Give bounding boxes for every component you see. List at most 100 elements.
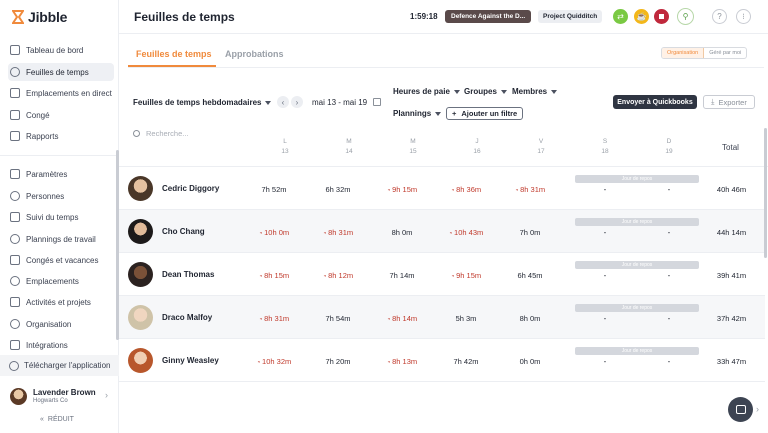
empty-cell[interactable]: - (659, 271, 679, 280)
search-box[interactable]: Recherche... (133, 129, 189, 138)
day-cell[interactable]: 7h 0m (502, 228, 558, 237)
groups-filter[interactable]: Groupes (464, 87, 507, 96)
add-filter-button[interactable]: + Ajouter un filtre (446, 107, 524, 120)
day-cell[interactable]: 6h 45m (502, 271, 558, 280)
sidebar-settings-item-4[interactable]: Plannings de travail (8, 230, 114, 248)
day-cell[interactable]: 7h 14m (374, 271, 430, 280)
table-row[interactable]: Cho Chang 10h 0m 8h 31m 8h 0m 10h 43m 7h 0m Jo… (119, 210, 765, 253)
collapse-sidebar-button[interactable]: « RÉDUIT (40, 416, 74, 423)
employee-name[interactable]: Cedric Diggory (162, 184, 219, 193)
day-cell[interactable]: 7h 54m (310, 314, 366, 323)
empty-cell[interactable]: - (659, 228, 679, 237)
swap-icon: ⇄ (617, 12, 624, 21)
sidebar-settings-item-3[interactable]: Suivi du temps (8, 208, 114, 226)
employee-name[interactable]: Draco Malfoy (162, 313, 212, 322)
empty-cell[interactable]: - (659, 357, 679, 366)
switch-activity-button[interactable]: ⇄ (613, 9, 628, 24)
empty-cell[interactable]: - (595, 185, 615, 194)
main-scrollbar[interactable] (764, 128, 767, 258)
day-cell[interactable]: 8h 31m (502, 185, 558, 194)
day-cell[interactable]: 0h 0m (502, 357, 558, 366)
empty-cell[interactable]: - (659, 185, 679, 194)
logo[interactable]: Jibble (12, 9, 67, 25)
chat-button[interactable] (728, 397, 753, 422)
rest-day-badge: Jour de repos (575, 261, 699, 269)
gear-icon (10, 319, 20, 329)
employee-name[interactable]: Dean Thomas (162, 270, 214, 279)
page-title: Feuilles de temps (134, 10, 235, 24)
day-cell[interactable]: 7h 52m (246, 185, 302, 194)
export-button[interactable]: ⤓ Exporter (703, 95, 755, 109)
period-dropdown[interactable]: Feuilles de temps hebdomadaires (133, 98, 272, 107)
sidebar-item-2[interactable]: Feuilles de temps (8, 63, 114, 81)
empty-cell[interactable]: - (595, 357, 615, 366)
schedules-filter[interactable]: Plannings (393, 109, 442, 118)
sidebar-item-4[interactable]: Congé (8, 106, 114, 124)
day-cell[interactable]: 8h 0m (374, 228, 430, 237)
download-app-button[interactable]: Télécharger l'application (0, 355, 119, 376)
prev-week-button[interactable]: ‹ (277, 96, 289, 108)
table-row[interactable]: Cedric Diggory 7h 52m 6h 32m 9h 15m 8h 36m 8h… (119, 167, 765, 210)
day-cell[interactable]: 8h 15m (246, 271, 302, 280)
table-row[interactable]: Dean Thomas 8h 15m 8h 12m 7h 14m 9h 15m 6h 45… (119, 253, 765, 296)
break-button[interactable]: ☕ (634, 9, 649, 24)
empty-cell[interactable]: - (595, 314, 615, 323)
download-app-label: Télécharger l'application (24, 361, 111, 370)
help-button[interactable]: ? (712, 9, 727, 24)
day-cell[interactable]: 10h 32m (246, 357, 302, 366)
day-cell[interactable]: 8h 31m (246, 314, 302, 323)
sidebar-item-3[interactable]: Emplacements en direct (8, 84, 114, 102)
sidebar-settings-item-2[interactable]: Personnes (8, 187, 114, 205)
calendar-icon[interactable] (373, 98, 381, 106)
sidebar-item-label: Tableau de bord (26, 45, 84, 55)
day-cell[interactable]: 7h 42m (438, 357, 494, 366)
sidebar-item-1[interactable]: Tableau de bord (8, 41, 114, 59)
day-cell[interactable]: 8h 12m (310, 271, 366, 280)
day-cell[interactable]: 8h 31m (310, 228, 366, 237)
employee-name[interactable]: Cho Chang (162, 227, 205, 236)
payroll-hours-filter[interactable]: Heures de paie (393, 87, 460, 96)
sidebar-item-label: Emplacements en direct (26, 88, 112, 98)
table-row[interactable]: Ginny Weasley 10h 32m 7h 20m 8h 13m 7h 42m 0h… (119, 339, 765, 382)
day-cell[interactable]: 7h 20m (310, 357, 366, 366)
day-cell[interactable]: 9h 15m (374, 185, 430, 194)
sidebar-item-5[interactable]: Rapports (8, 127, 114, 145)
sidebar-settings-item-6[interactable]: Emplacements (8, 272, 114, 290)
day-cell[interactable]: 8h 14m (374, 314, 430, 323)
apps-button[interactable]: ⁝ (736, 9, 751, 24)
empty-cell[interactable]: - (595, 271, 615, 280)
next-week-button[interactable]: › (291, 96, 303, 108)
activity-pill[interactable]: Defence Against the D... (445, 10, 532, 23)
day-cell[interactable]: 5h 3m (438, 314, 494, 323)
project-pill[interactable]: Project Quidditch (538, 10, 603, 23)
tab-approvals[interactable]: Approbations (225, 49, 284, 59)
user-menu[interactable]: Lavender Brown Hogwarts Co › (10, 384, 110, 408)
empty-cell[interactable]: - (595, 228, 615, 237)
user-status-button[interactable]: ⚲ (677, 8, 694, 25)
employee-name[interactable]: Ginny Weasley (162, 356, 219, 365)
tab-timesheets[interactable]: Feuilles de temps (136, 49, 212, 59)
sidebar-settings-item-5[interactable]: Congés et vacances (8, 251, 114, 269)
day-cell[interactable]: 10h 0m (246, 228, 302, 237)
members-filter[interactable]: Membres (512, 87, 558, 96)
sidebar-settings-item-8[interactable]: Organisation (8, 315, 114, 333)
day-cell[interactable]: 8h 36m (438, 185, 494, 194)
view-toggle-managed[interactable]: Géré par moi (704, 48, 746, 58)
table-row[interactable]: Draco Malfoy 8h 31m 7h 54m 8h 14m 5h 3m 8h 0m… (119, 296, 765, 339)
chevron-right-icon[interactable]: › (756, 404, 759, 414)
sidebar-settings-item-9[interactable]: Intégrations (8, 336, 114, 354)
day-cell[interactable]: 10h 43m (438, 228, 494, 237)
day-cell[interactable]: 9h 15m (438, 271, 494, 280)
sidebar-settings-item-7[interactable]: Activités et projets (8, 293, 114, 311)
day-cell[interactable]: 8h 0m (502, 314, 558, 323)
search-input[interactable]: Recherche... (146, 129, 189, 138)
view-toggle-organisation[interactable]: Organisation (662, 48, 705, 58)
empty-cell[interactable]: - (659, 314, 679, 323)
day-cell[interactable]: 6h 32m (310, 185, 366, 194)
send-to-quickbooks-button[interactable]: Envoyer à Quickbooks (613, 95, 697, 109)
sidebar-settings-item-1[interactable]: Paramètres (8, 165, 114, 183)
clock-out-button[interactable] (654, 9, 669, 24)
sidebar: Jibble Tableau de bord Feuilles de temps E… (0, 0, 119, 433)
day-cell[interactable]: 8h 13m (374, 357, 430, 366)
date-range[interactable]: mai 13 - mai 19 (312, 98, 367, 107)
